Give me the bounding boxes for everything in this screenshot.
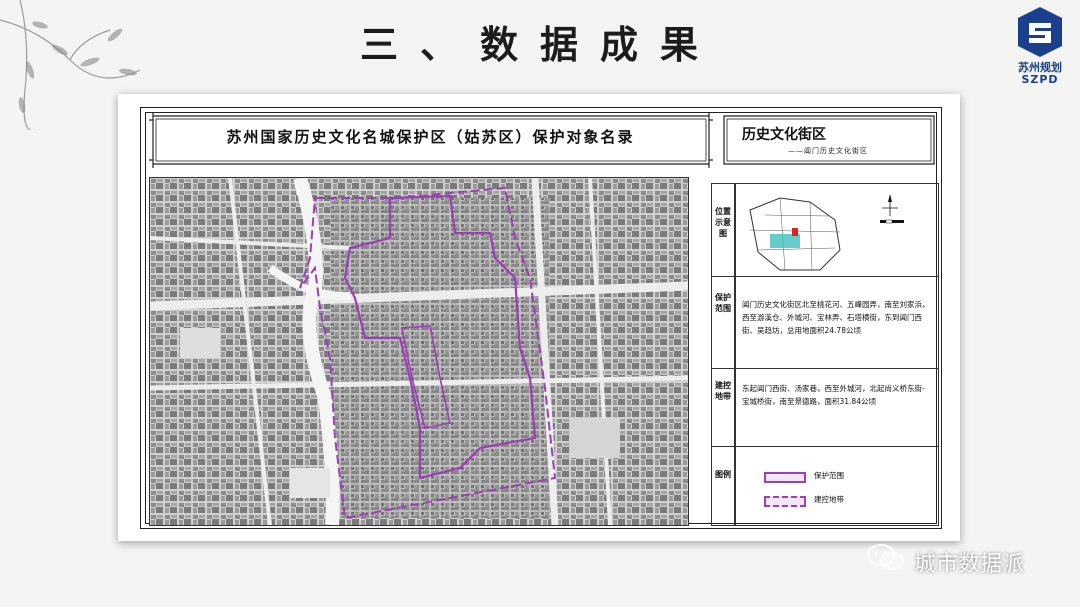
label-legend: 图例 — [715, 470, 731, 479]
legend-control-label: 建控地带 — [814, 495, 844, 504]
szpd-logo: 苏州规划 SZPD — [1008, 6, 1072, 86]
aerial-map-drawing — [150, 178, 688, 525]
district-box: 历史文化街区 ——阊门历史文化街区 — [718, 116, 932, 160]
watermark-text: 城市数据派 — [914, 552, 1025, 577]
side-label-column: 位置示意图 保护范围 建控地带 图例 — [711, 183, 735, 526]
sheet-title: 苏州国家历史文化名城保护区（姑苏区）保护对象名录 — [226, 128, 635, 146]
aerial-map — [149, 177, 689, 526]
label-control: 建控地带 — [715, 381, 731, 401]
label-location: 位置示意图 — [715, 207, 731, 238]
label-protection: 保护范围 — [715, 293, 731, 313]
map-sheet: 苏州国家历史文化名城保护区（姑苏区）保护对象名录 历史文化街区 ——阊门历史文化… — [118, 94, 960, 541]
logo-name-en: SZPD — [1021, 73, 1059, 86]
legend-control-swatch — [764, 496, 806, 507]
slide-title: 三、数据成果 — [359, 22, 720, 67]
legend-protection-label: 保护范围 — [814, 471, 844, 480]
control-text: 东起阊门西街、汤家巷，西至外城河，北起尚义桥东街-宝城桥街，南至景德路，面积31… — [742, 384, 925, 406]
north-arrow-icon — [880, 194, 904, 224]
szpd-logo-icon — [1018, 7, 1062, 57]
location-minimap — [749, 194, 904, 271]
district-category: 历史文化街区 — [742, 127, 826, 143]
protection-text: 阊门历史文化街区北至桃花河、五峰园弄，南至刘家浜，西至游溪仓、外城河、宝林弄、石… — [742, 300, 930, 335]
title-box: 苏州国家历史文化名城保护区（姑苏区）保护对象名录 — [148, 116, 713, 160]
district-subtitle: ——阊门历史文化街区 — [788, 147, 868, 155]
watermark: 城市数据派 — [866, 540, 1066, 577]
legend-protection-swatch — [764, 472, 806, 483]
wechat-icon — [867, 544, 904, 570]
info-column: 阊门历史文化街区北至桃花河、五峰园弄，南至刘家浜，西至游溪仓、外城河、宝林弄、石… — [735, 183, 939, 526]
